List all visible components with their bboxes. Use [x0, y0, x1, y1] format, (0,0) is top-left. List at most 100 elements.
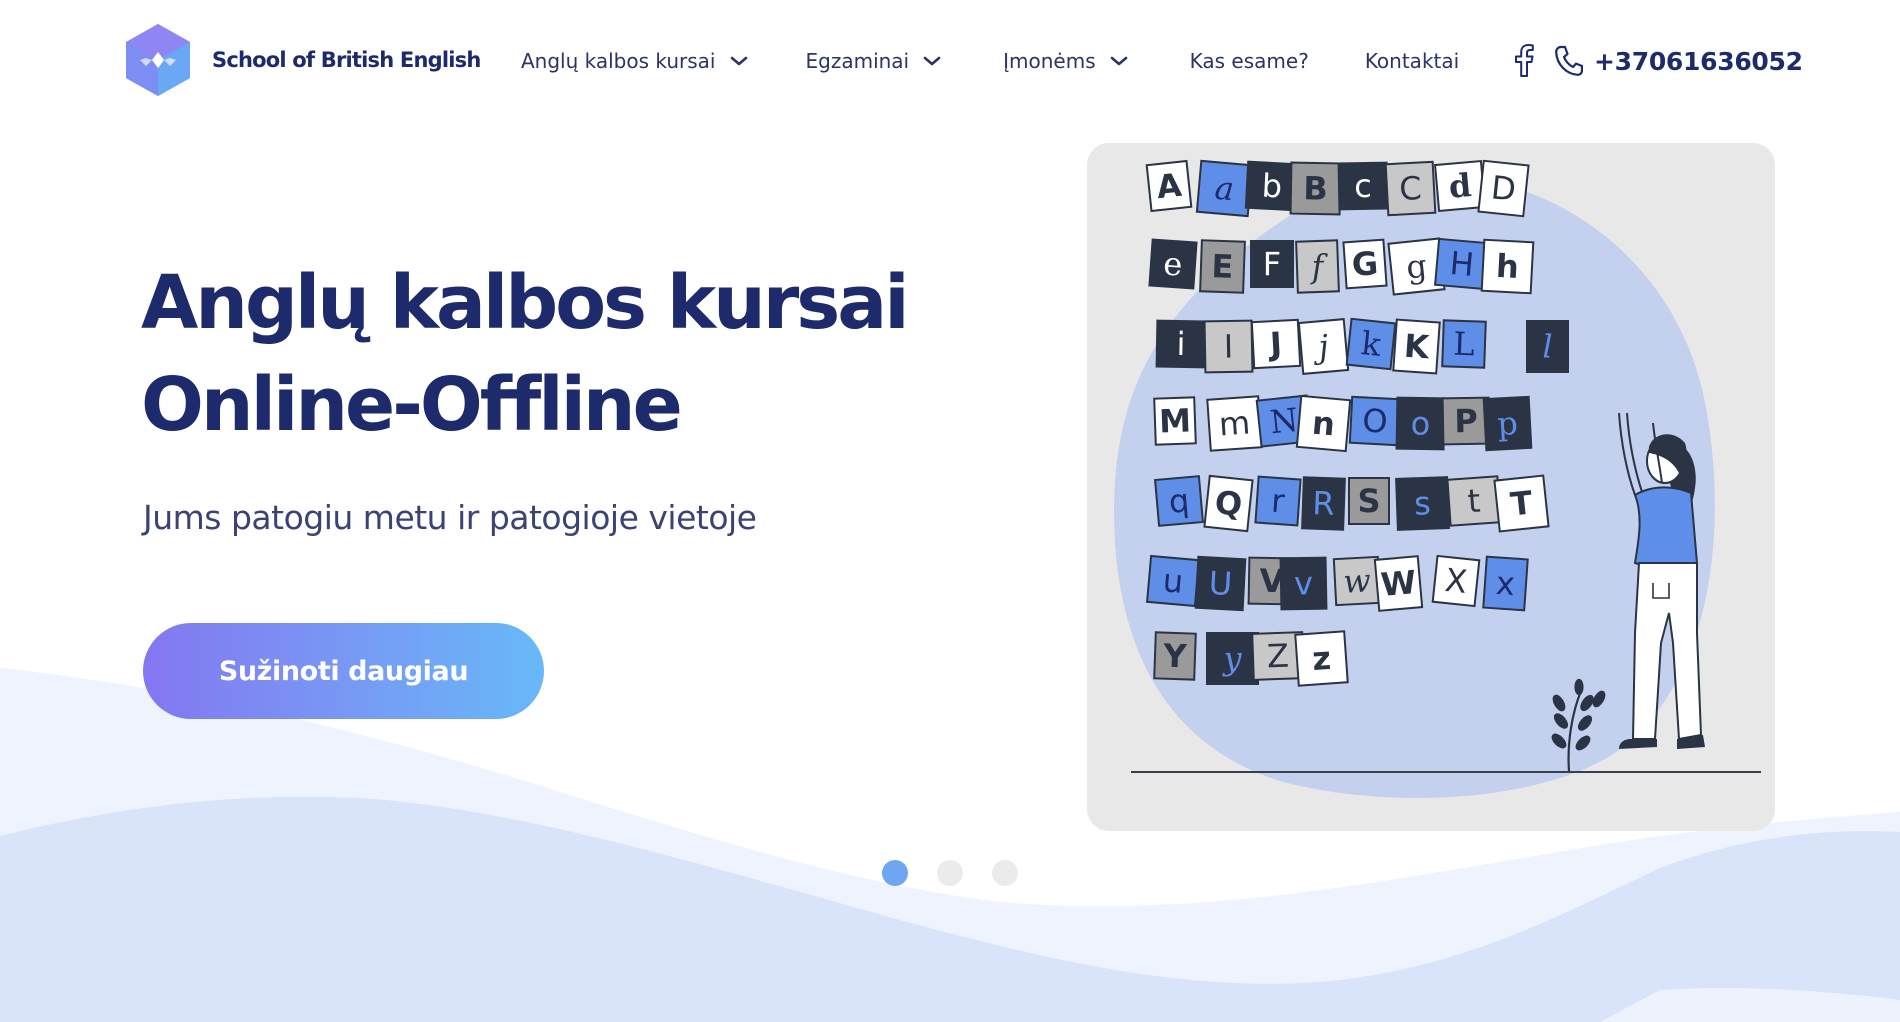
phone-icon[interactable] [1553, 44, 1583, 78]
letter-tile: f [1295, 239, 1340, 294]
site-header: School of British English Anglų kalbos k… [0, 0, 1900, 125]
letter-glyph: i [1176, 325, 1186, 363]
letter-glyph: x [1495, 564, 1517, 603]
letter-glyph: G [1351, 244, 1380, 284]
letter-glyph: h [1495, 247, 1520, 286]
letter-tile: M [1153, 396, 1197, 446]
letter-glyph: z [1311, 639, 1332, 678]
letter-glyph: u [1161, 561, 1185, 601]
letter-glyph: t [1466, 482, 1481, 521]
letter-tile: Y [1153, 631, 1197, 681]
letter-glyph: W [1379, 563, 1417, 604]
letter-tile: m [1206, 395, 1263, 452]
phone-number-link[interactable]: +37061636052 [1594, 44, 1803, 80]
carousel-dots [882, 860, 1047, 886]
letter-glyph: H [1448, 244, 1475, 284]
carousel-dot[interactable] [937, 860, 963, 886]
hero-title: Anglų kalbos kursai Online-Offline [141, 252, 961, 456]
letter-glyph: b [1261, 166, 1283, 205]
letter-tile: G [1342, 238, 1388, 290]
learn-more-button[interactable]: Sužinoti daugiau [143, 623, 544, 719]
letter-tile: o [1395, 396, 1446, 451]
letter-glyph: o [1410, 404, 1430, 442]
letter-glyph: y [1221, 640, 1242, 678]
letter-tile: h [1480, 238, 1535, 295]
letter-tile: e [1148, 238, 1198, 290]
letter-glyph: N [1268, 401, 1300, 442]
letter-tile: L [1441, 319, 1487, 369]
letter-tile: t [1446, 475, 1502, 527]
nav-item-contacts[interactable]: Kontaktai [1365, 44, 1459, 78]
letter-glyph: C [1398, 169, 1422, 208]
letter-tile: r [1254, 475, 1302, 527]
letter-tile: Q [1203, 474, 1254, 533]
letter-glyph: s [1414, 484, 1432, 523]
facebook-icon[interactable] [1513, 44, 1535, 78]
letter-glyph: F [1263, 245, 1281, 283]
nav-item-companies[interactable]: Įmonėms [1003, 44, 1128, 78]
nav-item-label: Egzaminai [805, 49, 910, 73]
letter-glyph: g [1404, 247, 1428, 287]
letter-tile: y [1206, 632, 1259, 685]
letter-glyph: p [1496, 404, 1518, 443]
letter-glyph: d [1447, 166, 1473, 206]
letter-glyph: w [1342, 561, 1371, 600]
hero-title-line-1: Anglų kalbos kursai [141, 260, 910, 346]
letter-glyph: D [1489, 168, 1517, 208]
letter-glyph: m [1218, 403, 1252, 443]
letter-glyph: c [1354, 167, 1372, 205]
main-nav: Anglų kalbos kursai Egzaminai Įmonėms Ka… [521, 44, 1459, 78]
letter-tile: W [1373, 555, 1424, 612]
letter-tile: I [1203, 319, 1254, 374]
alphabet-wall-illustration: Aa b Bc Cd De E Ff Gg Hh i I Jj k K Ll M m Nn Oo Pp q Qr R Ss t T… [1113, 159, 1761, 798]
nav-item-about[interactable]: Kas esame? [1190, 44, 1309, 78]
letter-tile: J [1250, 318, 1302, 370]
letter-tile: P [1441, 396, 1491, 446]
nav-item-exams[interactable]: Egzaminai [806, 44, 942, 78]
letter-tile: U [1194, 555, 1247, 612]
letter-tile: A [1145, 159, 1193, 213]
letter-tile: z [1294, 630, 1349, 687]
letter-glyph: O [1361, 401, 1388, 440]
letter-glyph: I [1223, 327, 1233, 365]
letter-tile: K [1392, 318, 1441, 375]
chevron-down-icon [730, 56, 747, 66]
letter-glyph: R [1312, 484, 1336, 523]
letter-tile: D [1477, 159, 1530, 218]
brand-logo-link[interactable]: School of British English [124, 22, 481, 98]
letter-glyph: Y [1162, 637, 1188, 676]
letter-glyph: e [1162, 244, 1184, 283]
letter-tile: x [1482, 555, 1529, 612]
letter-tile: u [1146, 554, 1200, 608]
letter-tile: p [1482, 395, 1533, 452]
carousel-dot[interactable] [992, 860, 1018, 886]
letter-tile: O [1348, 395, 1402, 447]
carousel-dot[interactable] [882, 860, 908, 886]
cube-logo-icon [126, 24, 190, 96]
letter-tile: v [1279, 556, 1328, 611]
letter-glyph: P [1454, 402, 1478, 440]
nav-item-label: Kontaktai [1364, 49, 1460, 73]
nav-item-courses[interactable]: Anglų kalbos kursai [521, 44, 748, 78]
letter-glyph: K [1403, 327, 1432, 367]
chevron-down-icon [1110, 56, 1127, 66]
letter-tile: T [1493, 474, 1550, 533]
letter-glyph: M [1158, 401, 1191, 440]
letter-tile: X [1431, 554, 1481, 608]
letter-glyph: B [1303, 169, 1328, 207]
letter-tile: H [1434, 237, 1490, 291]
letter-glyph: Z [1266, 637, 1289, 676]
brand-name: School of British English [212, 48, 481, 72]
letter-tile: w [1332, 555, 1382, 607]
letter-tile: n [1295, 394, 1352, 453]
letter-glyph: a [1213, 169, 1235, 209]
letter-glyph: l [1542, 328, 1552, 366]
letter-glyph: E [1211, 247, 1234, 286]
letter-glyph: A [1155, 166, 1184, 206]
nav-item-label: Kas esame? [1189, 49, 1309, 73]
hero-illustration-card: AabBcCdDeEFfGgHh iIJjkKLl MmNnOoPp qQrRSstT… [1087, 143, 1775, 831]
letter-tile: B [1289, 161, 1342, 216]
letter-tile: s [1395, 476, 1450, 531]
letter-tile: E [1199, 239, 1246, 294]
letter-glyph: n [1310, 404, 1336, 444]
